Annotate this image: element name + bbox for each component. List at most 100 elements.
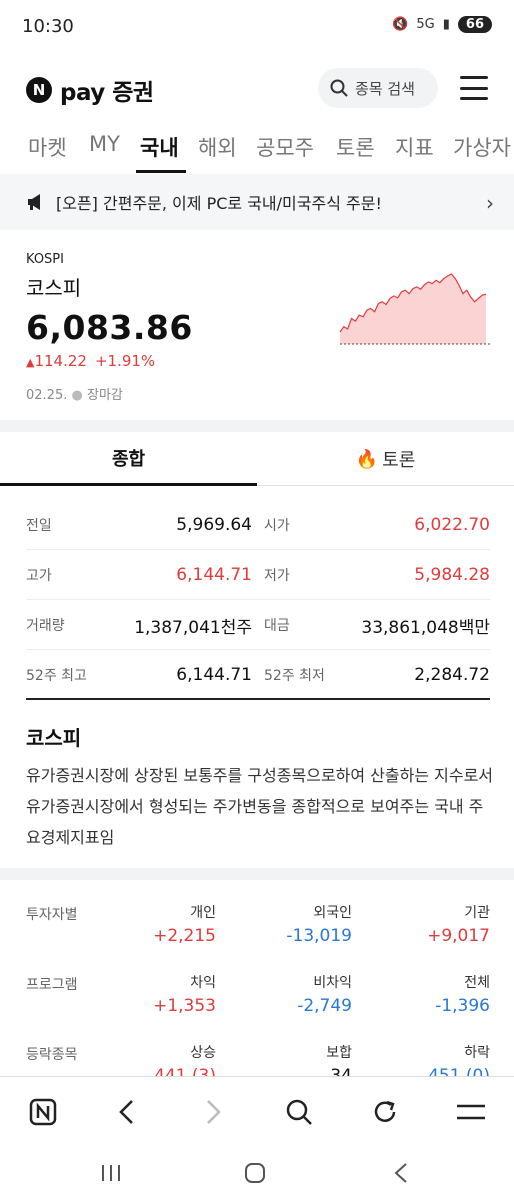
stat-label: 대금 bbox=[264, 618, 290, 634]
investor-col-head: 전체 bbox=[464, 975, 490, 991]
index-code: KOSPI bbox=[26, 252, 64, 267]
search-button[interactable] bbox=[282, 1095, 316, 1129]
investor-cell: 전체 -1,396 bbox=[350, 972, 490, 1016]
active-tab-indicator bbox=[136, 170, 186, 173]
investor-col-head: 개인 bbox=[190, 905, 216, 921]
index-name: 코스피 bbox=[26, 276, 82, 300]
promo-banner[interactable]: [오픈] 간편주문, 이제 PC로 국내/미국주식 주문! › bbox=[0, 174, 514, 230]
tab-overview[interactable]: 종합 bbox=[0, 432, 257, 486]
browser-menu-button[interactable] bbox=[454, 1095, 488, 1129]
search-label: 종목 검색 bbox=[355, 79, 415, 98]
stat-cell: 저가 5,984.28 bbox=[264, 550, 490, 600]
chevron-left-icon bbox=[119, 1100, 133, 1124]
stat-cell: 52주 최저 2,284.72 bbox=[264, 650, 490, 700]
logo-text: pay 증권 bbox=[60, 80, 154, 106]
investor-row-label: 프로그램 bbox=[26, 977, 78, 993]
menu-button[interactable] bbox=[460, 76, 488, 100]
investor-col-value: +1,353 bbox=[153, 996, 216, 1016]
stat-cell: 전일 5,969.64 bbox=[26, 500, 252, 550]
stat-row: 52주 최고 6,144.71 52주 최저 2,284.72 bbox=[26, 650, 490, 700]
section-divider bbox=[0, 868, 514, 880]
investor-cell: 차익 +1,353 bbox=[76, 972, 216, 1016]
tab-item[interactable]: MY bbox=[89, 132, 120, 156]
index-value: 6,083.86 bbox=[26, 308, 193, 347]
index-change: ▲114.22 +1.91% bbox=[26, 352, 155, 370]
tab-item[interactable]: 토론 bbox=[336, 132, 375, 162]
index-sparkline-chart[interactable] bbox=[338, 264, 492, 348]
megaphone-icon bbox=[28, 194, 40, 210]
home-button[interactable] bbox=[240, 1158, 270, 1188]
stats-table: 전일 5,969.64 시가 6,022.70 고가 6,144.71 저가 5,984.28… bbox=[26, 500, 490, 700]
description-title: 코스피 bbox=[26, 726, 82, 750]
tab-item[interactable]: 마켓 bbox=[28, 132, 67, 162]
tab-item[interactable]: 국내 bbox=[140, 132, 179, 162]
sparkline-area bbox=[340, 274, 486, 344]
stat-label: 전일 bbox=[26, 518, 52, 534]
investor-col-head: 비차익 bbox=[313, 975, 352, 991]
status-dot-icon: ● bbox=[71, 388, 83, 403]
investor-col-head: 차익 bbox=[190, 975, 216, 991]
chevron-right-icon bbox=[207, 1100, 221, 1124]
search-button[interactable]: 종목 검색 bbox=[318, 68, 438, 108]
stat-value: 6,144.71 bbox=[176, 565, 252, 585]
investor-cell: 비차익 -2,749 bbox=[212, 972, 352, 1016]
tab-item[interactable]: 공모주 bbox=[256, 132, 314, 162]
forward-button[interactable] bbox=[196, 1095, 230, 1129]
main-tabs: 마켓 MY 국내 해외 공모주 토론 지표 가상자 bbox=[0, 126, 514, 174]
naver-logo-icon: N bbox=[26, 77, 52, 103]
stat-value: 6,144.71 bbox=[176, 665, 252, 685]
menu-icon bbox=[457, 1104, 485, 1120]
banner-text: [오픈] 간편주문, 이제 PC로 국내/미국주식 주문! bbox=[56, 194, 382, 213]
logo[interactable]: N pay 증권 bbox=[26, 73, 154, 107]
stat-value: 2,284.72 bbox=[414, 665, 490, 685]
investor-row: 투자자별 개인 +2,215 외국인 -13,019 기관 +9,017 bbox=[26, 888, 490, 958]
tab-item[interactable]: 가상자 bbox=[453, 132, 511, 162]
investor-cell: 기관 +9,017 bbox=[350, 902, 490, 946]
tab-item[interactable]: 해외 bbox=[198, 132, 237, 162]
network-icon: 5G bbox=[416, 17, 435, 32]
tab-discussion[interactable]: 🔥 토론 bbox=[257, 432, 514, 486]
section-divider bbox=[0, 420, 514, 432]
back-icon bbox=[394, 1163, 407, 1183]
fire-icon: 🔥 bbox=[355, 448, 379, 470]
stat-cell: 52주 최고 6,144.71 bbox=[26, 650, 252, 700]
refresh-button[interactable] bbox=[368, 1095, 402, 1129]
investor-row: 프로그램 차익 +1,353 비차익 -2,749 전체 -1,396 bbox=[26, 958, 490, 1028]
stat-label: 거래량 bbox=[26, 618, 65, 634]
status-bar: 10:30 🔇 5G ▮ 66 bbox=[0, 0, 514, 56]
change-percent: +1.91% bbox=[94, 352, 156, 370]
refresh-icon bbox=[374, 1100, 396, 1122]
stat-value: 5,969.64 bbox=[176, 515, 252, 535]
system-back-button[interactable] bbox=[386, 1158, 416, 1188]
stat-label: 고가 bbox=[26, 568, 52, 584]
investor-col-head: 하락 bbox=[464, 1045, 490, 1061]
investor-col-head: 상승 bbox=[190, 1045, 216, 1061]
stat-label: 저가 bbox=[264, 568, 290, 584]
stat-value: 6,022.70 bbox=[414, 515, 490, 535]
back-button[interactable] bbox=[110, 1095, 144, 1129]
stat-label: 52주 최고 bbox=[26, 668, 87, 684]
recent-apps-button[interactable] bbox=[96, 1158, 126, 1188]
status-icons: 🔇 5G ▮ 66 bbox=[392, 16, 492, 33]
naver-home-button[interactable] bbox=[26, 1095, 60, 1129]
stat-value: 33,861,048백만 bbox=[361, 617, 490, 638]
stat-cell: 시가 6,022.70 bbox=[264, 500, 490, 550]
stat-cell: 고가 6,144.71 bbox=[26, 550, 252, 600]
description-body: 유가증권시장에 상장된 보통주를 구성종목으로하여 산출하는 지수로서 유가증권… bbox=[26, 766, 494, 847]
stat-row: 고가 6,144.71 저가 5,984.28 bbox=[26, 550, 490, 600]
battery-icon: 66 bbox=[457, 16, 492, 33]
investor-cell: 개인 +2,215 bbox=[76, 902, 216, 946]
stat-label: 시가 bbox=[264, 518, 290, 534]
tab-item[interactable]: 지표 bbox=[395, 132, 434, 162]
investor-col-head: 보합 bbox=[326, 1045, 352, 1061]
browser-toolbar bbox=[0, 1076, 514, 1146]
system-navigation bbox=[0, 1146, 514, 1200]
stat-cell: 거래량 1,387,041천주 bbox=[26, 600, 252, 650]
stat-label: 52주 최저 bbox=[264, 668, 325, 684]
home-icon bbox=[245, 1163, 265, 1183]
investor-col-value: -13,019 bbox=[286, 926, 352, 946]
signal-icon: ▮ bbox=[442, 17, 450, 32]
change-amount: ▲114.22 bbox=[26, 352, 87, 370]
investor-row-label: 투자자별 bbox=[26, 907, 78, 923]
investor-col-value: +2,215 bbox=[153, 926, 216, 946]
